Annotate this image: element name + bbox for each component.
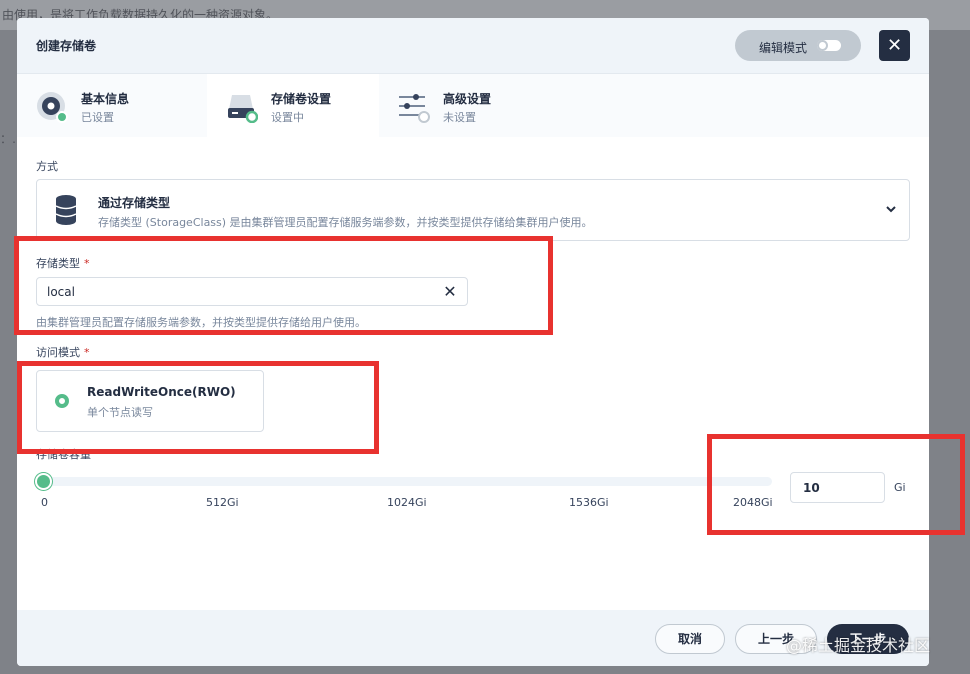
close-button[interactable]: ✕ xyxy=(879,30,910,61)
step-status: 已设置 xyxy=(81,111,114,124)
step-tabs: 基本信息 已设置 存储卷设置 设置中 高级设置 未设置 xyxy=(17,73,929,138)
annotation-box-storage-class xyxy=(14,236,553,335)
database-icon xyxy=(55,195,77,225)
toggle-knob xyxy=(817,40,828,51)
modal-header: 创建存储卷 编辑模式 ✕ xyxy=(17,18,929,73)
sliders-icon xyxy=(399,94,430,123)
modal-title: 创建存储卷 xyxy=(36,39,97,53)
method-label: 方式 xyxy=(36,160,58,173)
annotation-box-capacity xyxy=(707,434,965,535)
watermark: @稀土掘金技术社区 xyxy=(786,636,931,655)
tab-volume-settings[interactable]: 存储卷设置 设置中 xyxy=(207,74,379,138)
slider-tick: 512Gi xyxy=(206,496,239,509)
edit-mode-toggle[interactable] xyxy=(817,40,841,51)
method-select[interactable]: 通过存储类型 存储类型 (StorageClass) 是由集群管理员配置存储服务… xyxy=(36,179,910,241)
capacity-slider-handle[interactable] xyxy=(35,473,52,490)
annotation-box-access-mode xyxy=(17,361,379,454)
step-title: 基本信息 xyxy=(81,92,130,106)
capacity-slider-track[interactable] xyxy=(44,477,772,486)
create-volume-modal: 创建存储卷 编辑模式 ✕ 基本信息 已设置 存储卷设置 设置中 高级设置 未设置… xyxy=(17,18,929,666)
method-description: 存储类型 (StorageClass) 是由集群管理员配置存储服务端参数，并按类… xyxy=(98,216,593,229)
cancel-button[interactable]: 取消 xyxy=(655,624,725,654)
edit-mode-label: 编辑模式 xyxy=(759,41,808,55)
step-title: 高级设置 xyxy=(443,92,492,106)
access-mode-label: 访问模式 * xyxy=(36,344,90,360)
slider-tick: 1536Gi xyxy=(569,496,609,509)
edit-mode-button[interactable]: 编辑模式 xyxy=(735,30,861,61)
tab-advanced-settings[interactable]: 高级设置 未设置 xyxy=(379,74,569,138)
close-icon: ✕ xyxy=(886,35,903,56)
step-status: 设置中 xyxy=(271,111,304,124)
chevron-down-icon[interactable] xyxy=(884,202,898,216)
step-status: 未设置 xyxy=(443,111,476,124)
slider-tick: 0 xyxy=(41,496,48,509)
step-title: 存储卷设置 xyxy=(271,92,332,106)
slider-tick: 1024Gi xyxy=(387,496,427,509)
access-mode-label-text: 访问模式 xyxy=(36,346,80,359)
tab-basic-info[interactable]: 基本信息 已设置 xyxy=(17,74,207,138)
required-mark: * xyxy=(84,346,90,359)
storage-drive-icon xyxy=(228,95,258,123)
disk-icon xyxy=(37,92,68,123)
method-title: 通过存储类型 xyxy=(98,196,171,210)
